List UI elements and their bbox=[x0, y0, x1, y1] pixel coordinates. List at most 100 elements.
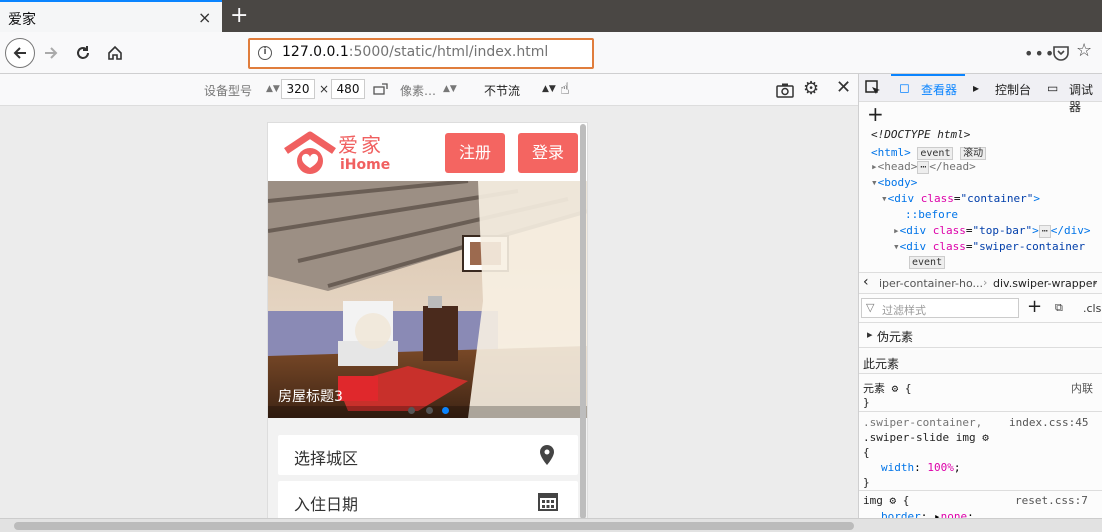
filter-placeholder: 过滤样式 bbox=[882, 304, 926, 317]
markup-div-swiper[interactable]: ▾<div class="swiper-container bbox=[893, 240, 1085, 253]
pagination-dot-active[interactable] bbox=[442, 407, 449, 414]
collapsed-badge[interactable]: ⋯ bbox=[1038, 225, 1051, 238]
css-declaration[interactable]: width: 100%; bbox=[881, 461, 961, 474]
calendar-icon bbox=[538, 493, 558, 511]
close-tab-icon[interactable]: × bbox=[198, 8, 211, 27]
div-open-tag: <div bbox=[887, 192, 915, 205]
div-close-tag: </div> bbox=[1050, 224, 1091, 237]
swiper-slide[interactable]: 房屋标题3 bbox=[268, 181, 587, 418]
markup-before[interactable]: ::before bbox=[905, 208, 958, 221]
add-node-button[interactable]: + bbox=[867, 102, 884, 126]
devtools-panel: ◻ 查看器 ▸ 控制台 ▭ 调试器 + <!DOCTYPE html> <htm… bbox=[858, 74, 1102, 518]
markup-div-container[interactable]: ▾<div class="container"> bbox=[881, 192, 1040, 205]
tab-title: 爱家 bbox=[8, 12, 36, 28]
cls-button[interactable]: .cls bbox=[1083, 302, 1101, 315]
event-badge[interactable]: event bbox=[909, 256, 946, 269]
breadcrumb-back-icon[interactable]: ‹ bbox=[863, 274, 869, 290]
style-filter-input[interactable]: ▽ 过滤样式 bbox=[861, 298, 1019, 318]
rule-source-link[interactable]: index.css:45 bbox=[1009, 416, 1088, 429]
tab-debugger[interactable]: 调试器 bbox=[1069, 81, 1102, 115]
expand-arrow-icon: ▸ bbox=[867, 328, 873, 341]
breadcrumb-item[interactable]: iper-container-ho... bbox=[879, 277, 983, 290]
element-rule[interactable]: 元素 ⚙ { bbox=[863, 380, 912, 396]
toggle-pseudo-icon[interactable]: ⧉ bbox=[1055, 301, 1063, 315]
device-select[interactable]: 设备型号 bbox=[204, 82, 252, 99]
css-value[interactable]: none bbox=[941, 510, 968, 518]
map-marker-icon bbox=[540, 445, 554, 465]
rule-selector[interactable]: .swiper-slide img ⚙ bbox=[863, 431, 989, 444]
login-button[interactable]: 登录 bbox=[518, 133, 578, 173]
url-bar[interactable]: i 127.0.0.1:5000/static/html/index.html bbox=[248, 38, 594, 69]
dimension-separator: × bbox=[319, 82, 330, 96]
horizontal-scroll-thumb[interactable] bbox=[14, 522, 854, 530]
css-property: border bbox=[881, 510, 921, 518]
reload-button[interactable] bbox=[68, 38, 98, 68]
page-actions-icon[interactable]: ••• bbox=[1024, 44, 1055, 63]
bookmark-star-icon[interactable]: ☆ bbox=[1076, 40, 1092, 61]
throttle-select[interactable]: 不节流 bbox=[484, 82, 520, 99]
tab-strip: 爱家 × + bbox=[0, 0, 1102, 32]
back-button[interactable] bbox=[5, 38, 35, 68]
forward-arrow-icon bbox=[45, 47, 58, 59]
div-open-tag: <div bbox=[899, 240, 927, 253]
swiper-event-line: event bbox=[909, 255, 946, 269]
viewport-height-input[interactable]: 480 bbox=[331, 79, 365, 99]
home-button[interactable] bbox=[100, 38, 130, 68]
new-tab-button[interactable]: + bbox=[230, 3, 248, 28]
brace: } bbox=[863, 476, 870, 489]
checkin-date-field[interactable]: 入住日期 bbox=[278, 481, 578, 521]
horizontal-scrollbar[interactable] bbox=[0, 518, 1102, 532]
brace: } bbox=[863, 396, 870, 409]
register-button[interactable]: 注册 bbox=[445, 133, 505, 173]
breadcrumb-forward-icon[interactable]: › bbox=[1093, 276, 1097, 289]
close-responsive-mode-icon[interactable]: ✕ bbox=[836, 77, 851, 98]
breadcrumb-item-active[interactable]: div.swiper-wrapper bbox=[993, 277, 1097, 290]
tab-inspector[interactable]: 查看器 bbox=[921, 81, 957, 98]
rule-selector[interactable]: img ⚙ { bbox=[863, 494, 909, 507]
collapsed-badge[interactable]: ⋯ bbox=[917, 161, 930, 174]
pixel-ratio-select[interactable]: 像素… bbox=[400, 82, 436, 99]
browser-tab[interactable]: 爱家 × bbox=[0, 0, 222, 32]
event-badge[interactable]: event bbox=[917, 147, 954, 160]
rule-selector-text: img bbox=[863, 494, 883, 507]
markup-div-topbar[interactable]: ▸<div class="top-bar"> ⋯ </div> bbox=[893, 224, 1091, 238]
markup-doctype[interactable]: <!DOCTYPE html> bbox=[871, 128, 970, 141]
this-element-label: 此元素 bbox=[863, 357, 900, 371]
rotate-icon[interactable] bbox=[372, 82, 390, 98]
css-value[interactable]: 100% bbox=[927, 461, 954, 474]
viewport-width-input[interactable]: 320 bbox=[281, 79, 315, 99]
add-rule-button[interactable]: + bbox=[1027, 296, 1042, 317]
pseudo-elements-label: 伪元素 bbox=[877, 330, 914, 344]
forward-button[interactable] bbox=[36, 38, 66, 68]
divider bbox=[859, 490, 1102, 491]
markup-html[interactable]: <html> event 滚动 bbox=[871, 144, 987, 160]
element-picker-icon[interactable] bbox=[865, 80, 881, 96]
tab-console[interactable]: 控制台 bbox=[995, 81, 1031, 98]
css-declaration[interactable]: border: ▸none; bbox=[881, 510, 974, 518]
body-tag: <body> bbox=[877, 176, 918, 189]
page-vertical-scrollbar[interactable] bbox=[580, 124, 586, 519]
site-info-icon[interactable]: i bbox=[258, 46, 272, 60]
back-arrow-icon bbox=[13, 47, 26, 59]
rule-source-link[interactable]: reset.css:7 bbox=[1015, 494, 1088, 507]
markup-body[interactable]: ▾<body> bbox=[871, 176, 917, 189]
inline-source-link[interactable]: 内联 bbox=[1071, 380, 1093, 396]
settings-gear-icon[interactable]: ⚙ bbox=[803, 78, 819, 99]
scroll-badge[interactable]: 滚动 bbox=[960, 147, 987, 160]
mobile-viewport: 爱家 iHome 注册 登录 房屋标题3 选择城区 入住日期 bbox=[267, 122, 588, 522]
breadcrumb-separator-icon: › bbox=[983, 276, 988, 289]
pocket-icon[interactable] bbox=[1052, 44, 1070, 62]
active-tab-indicator bbox=[891, 74, 965, 76]
rule-selector[interactable]: .swiper-container, bbox=[863, 416, 982, 429]
doctype-text: <!DOCTYPE html> bbox=[871, 128, 971, 141]
touch-simulation-icon[interactable]: ☝ bbox=[560, 79, 570, 98]
debugger-icon: ▭ bbox=[1047, 81, 1059, 95]
area-select-label: 选择城区 bbox=[294, 449, 359, 468]
screenshot-camera-icon[interactable] bbox=[776, 82, 794, 98]
pseudo-elements-section[interactable]: ▸ 伪元素 bbox=[859, 322, 1102, 348]
markup-head[interactable]: ▸<head> ⋯ </head> bbox=[871, 160, 976, 174]
pagination-dot[interactable] bbox=[408, 407, 415, 414]
pagination-dot[interactable] bbox=[426, 407, 433, 414]
house-photo bbox=[268, 181, 587, 418]
area-select-field[interactable]: 选择城区 bbox=[278, 435, 578, 475]
